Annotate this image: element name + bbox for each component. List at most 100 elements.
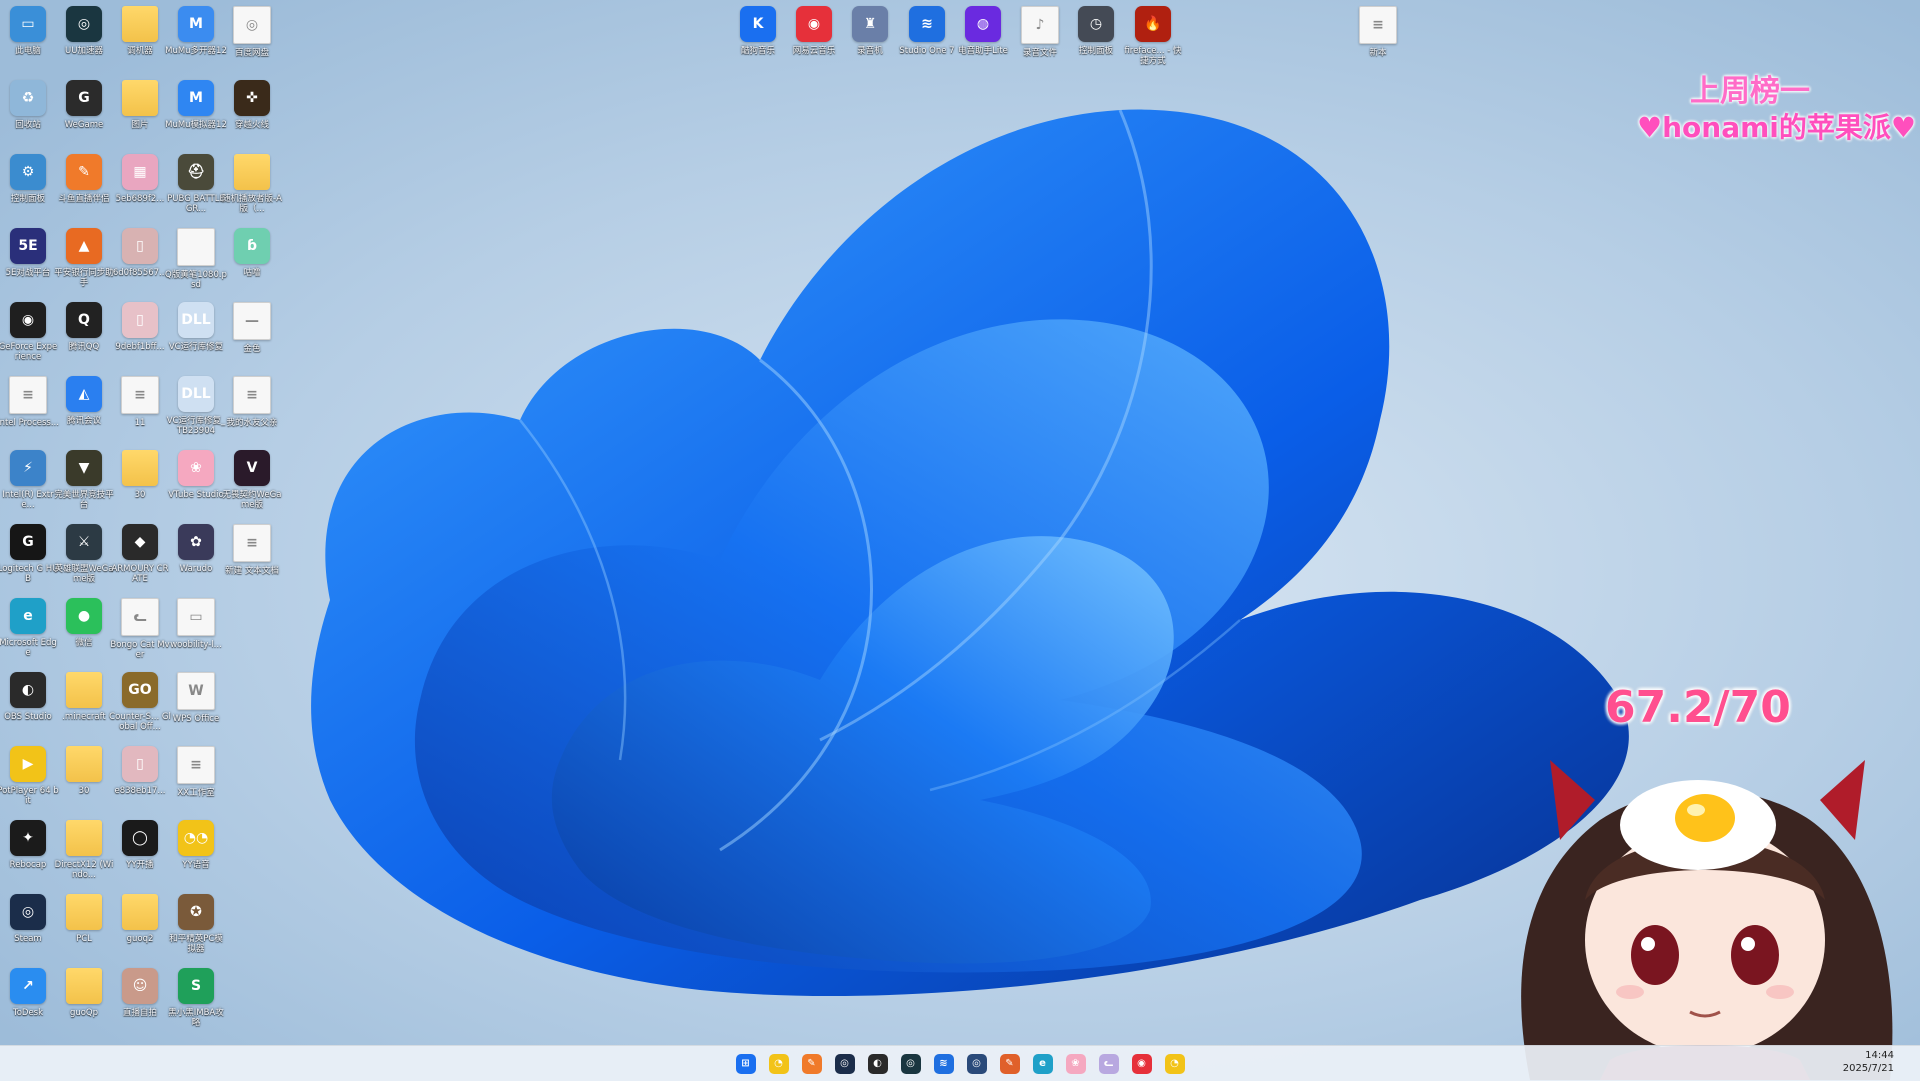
desktop-icon[interactable]: e Microsoft Edge [0,598,57,658]
desktop-icon[interactable]: — 金色 [224,302,280,354]
desktop-icon[interactable]: ♪ 录音文件 [1012,6,1068,58]
desktop-icon[interactable]: ✿ Warudo [168,524,224,574]
desktop-icon[interactable]: ✜ 穿越火线 [224,80,280,130]
desktop-icon[interactable]: ⚔ 英雄联盟WeGame版 [54,524,114,584]
desktop-icon[interactable]: ♻ 回收站 [0,80,56,130]
desktop-icon[interactable]: ◉ GeForce Experience [0,302,57,362]
taskbar-button[interactable]: ◔ [765,1050,792,1077]
desktop-icon[interactable]: ≡ 新本 [1350,6,1406,58]
desktop-icon[interactable]: ▭ 此电脑 [0,6,56,56]
system-clock[interactable]: 14:44 2025/7/21 [1843,1049,1894,1075]
taskbar-button[interactable]: ⊞ [732,1050,759,1077]
desktop-icon[interactable]: guoq2 [112,894,168,944]
desktop-icon[interactable]: Q版黄笔1080.psd [165,228,227,290]
desktop-icon[interactable]: ◎ 百度网盘 [224,6,280,58]
desktop-icon[interactable]: ▲ 平安银行同步助手 [54,228,114,288]
desktop-icon[interactable]: 5E 5E对战平台 [0,228,56,278]
mumu-multi-icon: M [178,6,214,42]
desktop-icon[interactable]: M MuMu模拟器12 [165,80,227,130]
todesk-icon: ↗ [10,968,46,1004]
desktop-icon[interactable]: ▼ 完美世界竞技平台 [54,450,114,510]
taskbar-button[interactable]: ◎ [831,1050,858,1077]
desktop-icon[interactable]: DLL VC运行库修复 [168,302,224,352]
desktop-icon[interactable]: ≡ 新建 文本文档 [224,524,280,576]
desktop-icon[interactable]: ≡ XX工作室 [168,746,224,798]
desktop-icon[interactable]: Q 腾讯QQ [56,302,112,352]
desktop-icon[interactable]: ◯ YY开播 [112,820,168,870]
potplayer-icon: ▶ [10,746,46,782]
desktop-icon[interactable]: ⚙ 控制面板 [0,154,56,204]
pingan-icon: ▲ [66,228,102,264]
desktop-icon[interactable]: ♜ 录音机 [842,6,898,56]
desktop-icon[interactable]: ⛑ PUBG BATTLEGR... [167,154,225,214]
desktop-icon[interactable]: S 黑小黑IMBA攻略 [168,968,224,1028]
desktop-icon[interactable]: ◆ ARMOURY CRATE [111,524,169,584]
desktop-icon[interactable]: W WPS Office [168,672,224,724]
desktop-icon[interactable]: ◐ OBS Studio [0,672,56,722]
taskbar-button[interactable]: ◉ [1128,1050,1155,1077]
desktop-icon[interactable]: ◭ 腾讯会议 [56,376,112,426]
taskbar-button[interactable]: ≋ [930,1050,957,1077]
desktop-icon[interactable]: G WeGame [56,80,112,130]
desktop-icon[interactable]: 30 [56,746,112,796]
desktop-icon-label: MuMu模拟器12 [165,120,227,130]
desktop-icon[interactable]: ▯ 9debf1bff... [112,302,168,352]
taskbar-button[interactable]: ᓚ [1095,1050,1122,1077]
desktop-icon[interactable]: ◉ 网易云音乐 [786,6,842,56]
desktop-icon[interactable]: PCL [56,894,112,944]
desktop-icon[interactable]: ◷ 控制面板 [1068,6,1124,56]
desktop-icon[interactable]: ✦ Rebocap [0,820,56,870]
desktop-icon[interactable]: ☺ 直播自拍 [112,968,168,1018]
desktop-icon[interactable]: ≡ 我的水友父亲 [224,376,280,428]
desktop-icon[interactable]: 图片 [112,80,168,130]
desktop-icon[interactable]: ◎ UU加速器 [56,6,112,56]
desktop-icon-label: 咕噜 [243,268,261,278]
desktop-icon[interactable]: ≋ Studio One 7 [899,6,955,56]
desktop-icon-label: 新建 文本文档 [225,566,279,576]
desktop-icon[interactable]: M MuMu多开器12 [165,6,227,56]
desktop-icon[interactable]: ⚡ Intel(R) Extre... [0,450,56,510]
desktop-icon[interactable]: ɓ 咕噜 [224,228,280,278]
desktop-icon[interactable]: ᓚ Bongo Cat Mver [110,598,170,660]
folder-icon [122,894,158,930]
desktop-icon[interactable]: V 无畏契约WeGame版 [223,450,281,510]
desktop-icon[interactable]: ❀ VTube Studio [168,450,224,500]
desktop-icon[interactable]: ▯ e838eb17... [112,746,168,796]
desktop-icon[interactable]: ≡ 11 [112,376,168,428]
desktop-icon[interactable]: guoQp [56,968,112,1018]
taskbar-button[interactable]: ◎ [897,1050,924,1077]
desktop-icon[interactable]: ▯ 6d0f85567... [112,228,168,278]
taskbar-button[interactable]: ◔ [1161,1050,1188,1077]
desktop-icon[interactable]: DLL VC运行库修复_TB23904 [167,376,225,436]
desktop-icon[interactable]: ✪ 和平精英PC模拟器 [168,894,224,954]
desktop-icon[interactable]: ▭ woobility-l... [168,598,224,650]
desktop-icon[interactable]: ▶ PotPlayer 64 bit [0,746,59,806]
taskbar-button[interactable]: ◐ [864,1050,891,1077]
desktop-icon[interactable]: 🔥 fireface... - 快捷方式 [1124,6,1182,66]
desktop-icon-label: 英雄联盟WeGame版 [54,564,114,584]
desktop-icon[interactable]: ↗ ToDesk [0,968,56,1018]
woobility-icon: ▭ [177,598,215,636]
desktop-icon[interactable]: ◔◔ YY语音 [168,820,224,870]
desktop-icon[interactable]: 30 [112,450,168,500]
desktop-icon[interactable]: GO Counter-S... Global Off... [109,672,171,732]
taskbar-button[interactable]: ✎ [798,1050,825,1077]
desktop-icon[interactable]: ◎ Steam [0,894,56,944]
desktop-icon[interactable]: ● 微信 [56,598,112,648]
desktop-icon[interactable]: K 酷狗音乐 [730,6,786,56]
desktop-icon[interactable]: 随机播放者版-A版（... [222,154,282,214]
taskbar-button[interactable]: ❀ [1062,1050,1089,1077]
desktop-icon[interactable]: ≡ Intel Process... [0,376,59,428]
desktop-icon[interactable]: ▦ 5eb689f2... [112,154,168,204]
taskbar-button[interactable]: e [1029,1050,1056,1077]
taskbar-button[interactable]: ✎ [996,1050,1023,1077]
desktop-icon[interactable]: .minecraft [56,672,112,722]
desktop-icon[interactable]: 调机器 [112,6,168,56]
desktop-icon[interactable]: ✎ 斗鱼直播伴侣 [56,154,112,204]
taskbar-button[interactable]: ◎ [963,1050,990,1077]
desktop-icon[interactable]: G Logitech G HUB [0,524,58,584]
desktop-icon[interactable]: DirectX12 (Windo... [55,820,113,880]
yy-voice-icon: ◔◔ [178,820,214,856]
desktop-icon[interactable]: ◍ 电音助手Lite [955,6,1011,56]
desktop-icon-label: e838eb17... [114,786,166,796]
